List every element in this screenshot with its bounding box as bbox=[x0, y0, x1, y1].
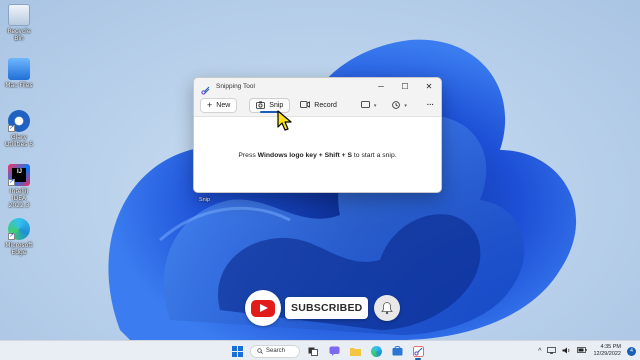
store-button[interactable] bbox=[389, 343, 405, 359]
toolbar: + New Snip Record ▾ ▾ ··· bbox=[194, 95, 441, 117]
instruction-key-windows: Windows logo key bbox=[257, 151, 317, 159]
shortcut-arrow-icon: ↗ bbox=[8, 125, 15, 132]
search-icon bbox=[257, 348, 263, 354]
subscribe-overlay: SUBSCRIBED bbox=[245, 290, 401, 326]
desktop-icon-glary-utilities[interactable]: ↗ Glary Utilities 5 bbox=[2, 110, 36, 148]
mouse-pointer-icon bbox=[277, 110, 292, 131]
title-bar[interactable]: Snipping Tool ─ ☐ ✕ bbox=[194, 78, 441, 95]
video-camera-icon bbox=[300, 101, 311, 110]
snipping-tool-window: Snipping Tool ─ ☐ ✕ + New Snip Record ▾ … bbox=[193, 77, 442, 193]
system-tray: ^ 4:35 PM 12/29/2022 4 bbox=[538, 343, 636, 359]
snipping-tool-icon bbox=[412, 345, 424, 357]
instruction-suffix: to start a snip. bbox=[352, 151, 397, 159]
chat-icon bbox=[329, 346, 339, 356]
clock-icon bbox=[392, 100, 401, 111]
network-icon[interactable] bbox=[547, 346, 557, 356]
plus-icon: + bbox=[207, 100, 213, 110]
maximize-button[interactable]: ☐ bbox=[393, 78, 417, 95]
clock-time: 4:35 PM bbox=[600, 344, 621, 350]
desktop-icon-label: Recycle Bin bbox=[7, 28, 31, 42]
desktop-icon-label: Mac Files bbox=[5, 82, 33, 89]
edge-icon bbox=[370, 345, 382, 357]
minimize-button[interactable]: ─ bbox=[369, 78, 393, 95]
file-explorer-button[interactable] bbox=[347, 343, 363, 359]
snip-shape-dropdown[interactable]: ▾ bbox=[355, 98, 383, 113]
store-icon bbox=[392, 346, 402, 356]
search-label: Search bbox=[266, 348, 286, 354]
desktop-icon-intellij-idea[interactable]: IJ ↗ IntelliJ IDEA 2022.3 bbox=[2, 164, 36, 209]
snip-canvas: Press Windows logo key + Shift + S to st… bbox=[194, 117, 441, 192]
delay-timer-dropdown[interactable]: ▾ bbox=[386, 98, 413, 113]
desktop-icon-microsoft-edge[interactable]: ↗ Microsoft Edge bbox=[2, 218, 36, 256]
snipping-tool-icon bbox=[201, 82, 210, 95]
window-title: Snipping Tool bbox=[216, 83, 255, 90]
desktop-icon-mac-files[interactable]: Mac Files bbox=[2, 58, 36, 89]
new-button-label: New bbox=[216, 102, 231, 109]
shortcut-arrow-icon: ↗ bbox=[8, 233, 15, 240]
subscribed-badge: SUBSCRIBED bbox=[285, 297, 369, 319]
recycle-bin-icon bbox=[8, 4, 30, 26]
taskbar: Search ^ 4:35 PM 12/29/2022 4 bbox=[0, 340, 640, 360]
teams-chat-button[interactable] bbox=[326, 343, 342, 359]
close-button[interactable]: ✕ bbox=[417, 78, 441, 95]
snipping-tool-taskbar-button[interactable] bbox=[410, 343, 426, 360]
show-hidden-icons-button[interactable]: ^ bbox=[538, 348, 541, 355]
chevron-down-icon: ▾ bbox=[404, 102, 407, 109]
start-button[interactable] bbox=[229, 343, 245, 359]
desktop-icon-label: Microsoft Edge bbox=[5, 242, 33, 256]
taskbar-clock[interactable]: 4:35 PM 12/29/2022 bbox=[593, 344, 621, 358]
youtube-play-icon bbox=[251, 299, 275, 317]
clock-date: 12/29/2022 bbox=[593, 351, 621, 357]
desktop-snip-label: Snip bbox=[199, 197, 211, 203]
notification-count-badge[interactable]: 4 bbox=[627, 346, 636, 356]
instruction-prefix: Press bbox=[238, 151, 258, 159]
more-options-button[interactable]: ··· bbox=[421, 98, 440, 113]
folder-icon bbox=[8, 58, 30, 80]
youtube-logo-badge bbox=[245, 290, 281, 326]
new-snip-button[interactable]: + New bbox=[200, 98, 238, 113]
desktop-icon-label: IntelliJ IDEA 2022.3 bbox=[8, 188, 30, 209]
taskbar-search-box[interactable]: Search bbox=[250, 344, 300, 358]
record-button-label: Record bbox=[314, 102, 337, 109]
shortcut-arrow-icon: ↗ bbox=[8, 179, 15, 186]
battery-icon[interactable] bbox=[577, 347, 588, 355]
taskbar-apps: Search bbox=[229, 343, 426, 360]
instruction-text: Press Windows logo key + Shift + S to st… bbox=[238, 152, 396, 159]
folder-icon bbox=[349, 347, 361, 356]
desktop-icon-label: Glary Utilities 5 bbox=[4, 134, 34, 148]
instruction-plus: + bbox=[316, 151, 325, 159]
camera-icon bbox=[256, 101, 266, 111]
volume-icon[interactable] bbox=[562, 347, 571, 356]
task-view-icon bbox=[308, 347, 318, 356]
edge-taskbar-button[interactable] bbox=[368, 343, 384, 359]
rectangle-mode-icon bbox=[360, 101, 370, 110]
glary-utilities-icon: ↗ bbox=[8, 110, 30, 132]
edge-icon: ↗ bbox=[8, 218, 30, 240]
record-mode-button[interactable]: Record bbox=[294, 98, 343, 113]
desktop-icon-recycle-bin[interactable]: Recycle Bin bbox=[2, 4, 36, 42]
task-view-button[interactable] bbox=[305, 343, 321, 359]
intellij-idea-icon: IJ ↗ bbox=[8, 164, 30, 186]
notification-bell-icon bbox=[374, 295, 401, 321]
instruction-key-shift: Shift bbox=[324, 151, 340, 159]
chevron-down-icon: ▾ bbox=[373, 102, 377, 109]
windows-logo-icon bbox=[231, 345, 243, 357]
snip-button-label: Snip bbox=[269, 102, 284, 109]
